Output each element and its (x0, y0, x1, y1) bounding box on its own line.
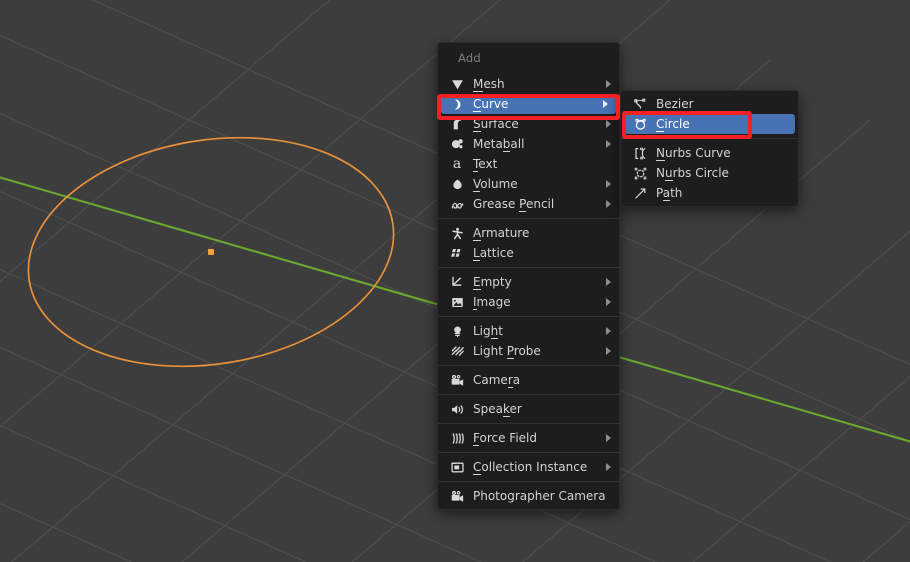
bezier-icon (631, 96, 649, 112)
menu-separator (438, 394, 619, 395)
volume-icon (448, 176, 466, 192)
menu-separator (438, 481, 619, 482)
text-icon: a (452, 156, 462, 172)
add-menu-item-force-field[interactable]: Force Field (438, 428, 619, 448)
curve-submenu-item-nurbs-curve[interactable]: Nurbs Curve (621, 143, 798, 163)
menu-item-label: Light Probe (473, 344, 541, 359)
menu-item-label: Light (473, 324, 503, 339)
submenu-arrow-icon (606, 180, 611, 188)
submenu-arrow-icon (606, 434, 611, 442)
add-menu-item-metaball[interactable]: Metaball (438, 134, 619, 154)
mesh-icon (448, 76, 466, 92)
menu-item-label: Empty (473, 275, 512, 290)
image-icon (448, 294, 466, 310)
curve-submenu-item-circle[interactable]: Circle (624, 114, 795, 134)
submenu-arrow-icon (606, 347, 611, 355)
add-menu-item-photographer-camera[interactable]: Photographer Camera (438, 486, 619, 506)
curve-submenu-items: Bezier Circle Nurbs Curve Nurbs Circle Path (621, 94, 798, 203)
menu-item-label: Force Field (473, 431, 537, 446)
add-menu-item-light[interactable]: Light (438, 321, 619, 341)
add-menu-items: Mesh Curve Surface Metaball a Text Volume Greas… (438, 74, 619, 506)
nurbs-curve-icon (631, 145, 649, 161)
menu-item-label: Camera (473, 373, 521, 388)
object-origin-point (208, 249, 214, 255)
collection-instance-icon (448, 459, 466, 475)
camera-icon (448, 372, 466, 388)
add-menu-item-mesh[interactable]: Mesh (438, 74, 619, 94)
metaball-icon (448, 136, 466, 152)
add-menu-item-lattice[interactable]: Lattice (438, 243, 619, 263)
add-menu-item-collection-instance[interactable]: Collection Instance (438, 457, 619, 477)
curve-submenu-item-bezier[interactable]: Bezier (621, 94, 798, 114)
menu-item-label: Image (473, 295, 511, 310)
menu-item-label: Lattice (473, 246, 514, 261)
menu-separator (438, 365, 619, 366)
add-menu-item-text[interactable]: a Text (438, 154, 619, 174)
add-menu-item-image[interactable]: Image (438, 292, 619, 312)
menu-item-label: Circle (656, 117, 690, 132)
submenu-arrow-icon (606, 200, 611, 208)
grease-pencil-icon (448, 196, 466, 212)
menu-item-label: Path (656, 186, 683, 201)
add-menu-item-camera[interactable]: Camera (438, 370, 619, 390)
menu-separator (438, 267, 619, 268)
curve-submenu-item-path[interactable]: Path (621, 183, 798, 203)
submenu-arrow-icon (606, 327, 611, 335)
menu-item-label: Nurbs Circle (656, 166, 729, 181)
camera-icon (448, 488, 466, 504)
menu-item-label: Mesh (473, 77, 505, 92)
submenu-arrow-icon (606, 463, 611, 471)
menu-item-label: Volume (473, 177, 518, 192)
nurbs-circle-icon (631, 165, 649, 181)
armature-icon (448, 225, 466, 241)
add-menu-item-volume[interactable]: Volume (438, 174, 619, 194)
menu-item-label: Collection Instance (473, 460, 588, 475)
path-icon (631, 185, 649, 201)
menu-separator (438, 316, 619, 317)
menu-item-label: Text (473, 157, 498, 172)
menu-item-label: Metaball (473, 137, 525, 152)
menu-item-label: Nurbs Curve (656, 146, 731, 161)
menu-item-label: Armature (473, 226, 530, 241)
submenu-arrow-icon (606, 140, 611, 148)
submenu-arrow-icon (606, 298, 611, 306)
light-probe-icon (448, 343, 466, 359)
curve-submenu[interactable]: Bezier Circle Nurbs Curve Nurbs Circle Path (620, 90, 799, 207)
menu-separator (438, 218, 619, 219)
menu-separator (621, 138, 798, 139)
menu-separator (438, 452, 619, 453)
add-menu-item-grease-pencil[interactable]: Grease Pencil (438, 194, 619, 214)
menu-item-label: Surface (473, 117, 519, 132)
add-menu-item-surface[interactable]: Surface (438, 114, 619, 134)
add-menu-item-armature[interactable]: Armature (438, 223, 619, 243)
menu-separator (438, 423, 619, 424)
menu-item-label: Speaker (473, 402, 522, 417)
lattice-icon (448, 245, 466, 261)
add-menu-title: Add (458, 51, 481, 65)
circle-icon (631, 116, 649, 132)
curve-submenu-item-nurbs-circle[interactable]: Nurbs Circle (621, 163, 798, 183)
speaker-icon (448, 401, 466, 417)
submenu-arrow-icon (606, 80, 611, 88)
empty-icon (448, 274, 466, 290)
light-icon (448, 323, 466, 339)
submenu-arrow-icon (606, 278, 611, 286)
add-menu-item-light-probe[interactable]: Light Probe (438, 341, 619, 361)
menu-item-label: Grease Pencil (473, 197, 555, 212)
curve-icon (448, 96, 466, 112)
add-menu-item-empty[interactable]: Empty (438, 272, 619, 292)
menu-item-label: Curve (473, 97, 509, 112)
force-field-icon (448, 430, 466, 446)
submenu-arrow-icon (603, 100, 608, 108)
menu-item-label: Photographer Camera (473, 489, 606, 503)
menu-item-label: Bezier (656, 97, 694, 112)
submenu-arrow-icon (606, 120, 611, 128)
add-menu[interactable]: Add Mesh Curve Surface Metaball a Text Volume G… (437, 42, 620, 510)
add-menu-item-speaker[interactable]: Speaker (438, 399, 619, 419)
surface-icon (448, 116, 466, 132)
add-menu-item-curve[interactable]: Curve (441, 94, 616, 114)
